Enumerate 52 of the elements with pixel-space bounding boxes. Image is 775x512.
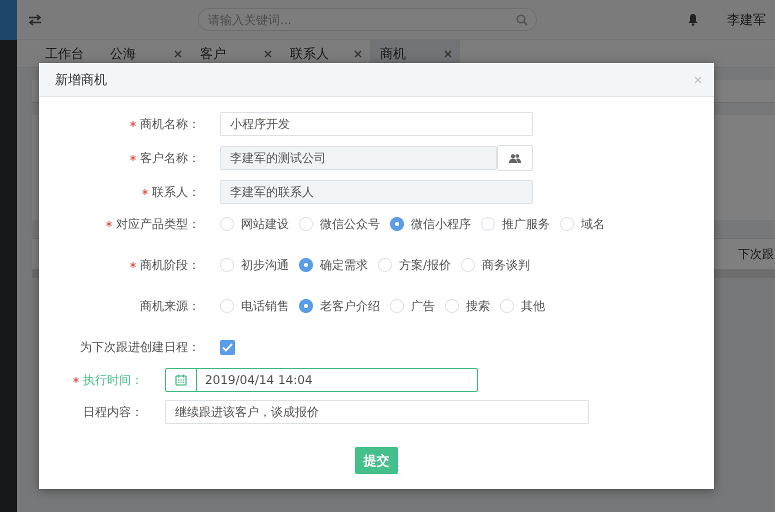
swap-icon[interactable] bbox=[28, 14, 42, 26]
calendar-icon[interactable] bbox=[175, 374, 187, 386]
input-field[interactable]: 李建军的测试公司 bbox=[220, 146, 497, 170]
checkbox[interactable] bbox=[220, 340, 235, 354]
field-label: 执行时间： bbox=[83, 372, 143, 388]
tab[interactable]: 联系人 bbox=[280, 40, 370, 67]
date-time-field[interactable]: 2019/04/14 14:04 bbox=[197, 368, 478, 392]
close-icon[interactable] bbox=[444, 50, 452, 58]
option-label[interactable]: 电话销售 bbox=[241, 298, 289, 314]
option-label[interactable]: 网站建设 bbox=[241, 216, 289, 232]
option-label[interactable]: 微信小程序 bbox=[411, 216, 471, 232]
option-label[interactable]: 搜索 bbox=[466, 298, 490, 314]
field-label: 商机来源： bbox=[140, 298, 200, 314]
radio-button[interactable] bbox=[299, 258, 313, 272]
tab[interactable]: 工作台 bbox=[35, 40, 100, 67]
option-label[interactable]: 广告 bbox=[411, 298, 435, 314]
option-label[interactable]: 老客户介绍 bbox=[320, 298, 380, 314]
tab[interactable]: 公海 bbox=[100, 40, 190, 67]
search-icon[interactable] bbox=[516, 14, 528, 26]
column-heading: 下次跟 bbox=[738, 246, 774, 262]
close-icon[interactable] bbox=[174, 50, 182, 58]
input-field[interactable]: 继续跟进该客户，谈成报价 bbox=[165, 400, 589, 424]
option-label[interactable]: 初步沟通 bbox=[241, 256, 289, 274]
input-field[interactable]: 小程序开发 bbox=[220, 112, 533, 136]
radio-button[interactable] bbox=[299, 299, 313, 313]
option-label[interactable]: 确定需求 bbox=[320, 256, 368, 274]
field-label: 对应产品类型： bbox=[116, 216, 200, 232]
close-icon[interactable] bbox=[694, 76, 702, 84]
field-label: 为下次跟进创建日程： bbox=[80, 338, 200, 356]
field-label: 日程内容： bbox=[83, 404, 143, 420]
option-label[interactable]: 商务谈判 bbox=[482, 256, 530, 274]
bell-icon[interactable] bbox=[687, 13, 699, 26]
calendar-button[interactable] bbox=[165, 368, 197, 392]
user-name[interactable]: 李建军 bbox=[727, 10, 766, 28]
close-icon[interactable] bbox=[264, 50, 272, 58]
radio-button[interactable] bbox=[390, 217, 404, 231]
tab[interactable]: 客户 bbox=[190, 40, 280, 67]
option-label[interactable]: 方案/报价 bbox=[399, 256, 452, 274]
option-label[interactable]: 推广服务 bbox=[502, 216, 550, 232]
people-icon bbox=[509, 154, 521, 162]
option-label[interactable]: 微信公众号 bbox=[320, 216, 380, 232]
field-label: 联系人： bbox=[152, 184, 200, 200]
dialog-title: 新增商机 bbox=[55, 72, 107, 88]
option-label[interactable]: 其他 bbox=[521, 298, 545, 314]
field-label: 商机阶段： bbox=[140, 256, 200, 274]
field-label: 客户名称： bbox=[140, 150, 200, 166]
close-icon[interactable] bbox=[354, 50, 362, 58]
contacts-button[interactable] bbox=[497, 145, 533, 171]
input-field[interactable]: 李建军的联系人 bbox=[220, 180, 533, 204]
field-label: 商机名称： bbox=[140, 116, 200, 132]
option-label[interactable]: 域名 bbox=[581, 216, 605, 232]
logo-block bbox=[0, 0, 17, 40]
